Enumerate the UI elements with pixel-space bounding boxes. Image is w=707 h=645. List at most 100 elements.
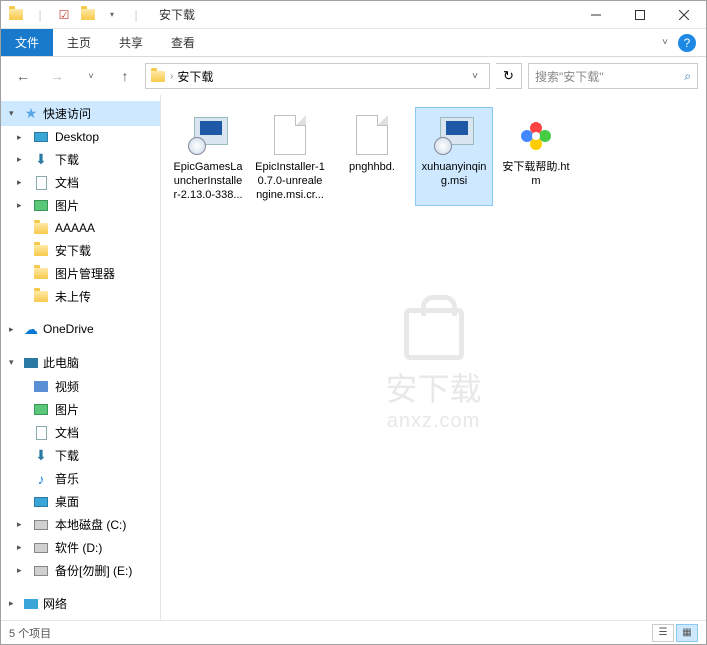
file-item[interactable]: xuhuanyinqing.msi <box>415 107 493 206</box>
qat-separator-2: | <box>127 6 145 24</box>
sidebar-item[interactable]: ▸ 本地磁盘 (C:) <box>1 513 160 536</box>
recent-dropdown-icon[interactable]: ˅ <box>77 62 105 90</box>
sidebar-quick-access[interactable]: ▾ ★ 快速访问 <box>1 101 160 126</box>
file-item[interactable]: EpicGamesLauncherInstaller-2.13.0-338... <box>169 107 247 206</box>
file-name: EpicInstaller-10.7.0-unrealengine.msi.cr… <box>255 161 325 202</box>
sidebar-label: 快速访问 <box>43 105 91 122</box>
minimize-button[interactable] <box>574 1 618 29</box>
sidebar-item[interactable]: 视频 <box>1 375 160 398</box>
breadcrumb-current[interactable]: 安下载 <box>177 68 213 85</box>
sidebar-item[interactable]: ▸ Desktop <box>1 126 160 148</box>
sidebar-item-label: AAAAA <box>55 221 95 235</box>
sidebar-item[interactable]: 文档 <box>1 421 160 444</box>
sidebar-item[interactable]: ♪ 音乐 <box>1 467 160 490</box>
sidebar-item-label: 本地磁盘 (C:) <box>55 516 126 533</box>
file-item[interactable]: pnghhbd. <box>333 107 411 206</box>
sidebar-item[interactable]: ⬇ 下载 <box>1 444 160 467</box>
folder-icon <box>33 220 49 236</box>
sidebar-item[interactable]: 图片管理器 <box>1 262 160 285</box>
ribbon-collapse-icon[interactable]: ˅ <box>662 37 668 48</box>
sidebar-item-label: 音乐 <box>55 470 79 487</box>
sidebar-item-label: 下载 <box>55 151 79 168</box>
search-icon: ⌕ <box>684 69 691 84</box>
sidebar-item[interactable]: ▸ 图片 <box>1 194 160 217</box>
video-icon <box>33 379 49 395</box>
file-name: 安下载帮助.htm <box>501 161 571 189</box>
check-qat-icon[interactable]: ☑ <box>55 6 73 24</box>
sidebar-item[interactable]: ▸ 文档 <box>1 171 160 194</box>
folder-icon <box>150 68 166 84</box>
chevron-right-icon: ▸ <box>9 598 19 609</box>
file-item[interactable]: 安下载帮助.htm <box>497 107 575 206</box>
sidebar-label: 此电脑 <box>43 354 79 371</box>
watermark: 安下载 anxz.com <box>385 308 481 433</box>
close-button[interactable] <box>662 1 706 29</box>
sidebar-item-label: 图片 <box>55 401 79 418</box>
chevron-right-icon: › <box>170 71 173 82</box>
folder-qat-icon[interactable] <box>7 6 25 24</box>
disk-icon <box>33 540 49 556</box>
htm-file-icon <box>512 111 560 159</box>
address-bar: ← → ˅ ↑ › 安下载 ˅ ↻ 搜索"安下载" ⌕ <box>1 57 706 95</box>
sidebar-this-pc[interactable]: ▾ 此电脑 <box>1 350 160 375</box>
file-name: pnghhbd. <box>349 161 395 175</box>
pic-icon <box>33 402 49 418</box>
file-list[interactable]: 安下载 anxz.com EpicGamesLauncherInstaller-… <box>161 95 706 621</box>
details-view-button[interactable]: ☰ <box>652 624 674 642</box>
sidebar-item[interactable]: 桌面 <box>1 490 160 513</box>
help-icon[interactable]: ? <box>678 34 696 52</box>
sidebar-label: OneDrive <box>43 322 94 336</box>
sidebar-network[interactable]: ▸ 网络 <box>1 591 160 616</box>
pc-icon <box>23 355 39 371</box>
up-button[interactable]: ↑ <box>111 62 139 90</box>
file-name: xuhuanyinqing.msi <box>419 161 489 189</box>
star-icon: ★ <box>23 106 39 122</box>
disk-icon <box>33 563 49 579</box>
forward-button[interactable]: → <box>43 62 71 90</box>
file-name: EpicGamesLauncherInstaller-2.13.0-338... <box>173 161 243 202</box>
maximize-button[interactable] <box>618 1 662 29</box>
sidebar-item-label: 文档 <box>55 174 79 191</box>
sidebar-item[interactable]: 未上传 <box>1 285 160 308</box>
folder-icon <box>33 289 49 305</box>
address-field[interactable]: › 安下载 ˅ <box>145 63 490 89</box>
folder-icon <box>33 243 49 259</box>
doc-icon <box>33 425 49 441</box>
item-count: 5 个项目 <box>9 625 51 641</box>
window-title: 安下载 <box>151 6 574 23</box>
tab-home[interactable]: 主页 <box>53 29 105 56</box>
desktop-icon <box>33 494 49 510</box>
tab-share[interactable]: 共享 <box>105 29 157 56</box>
chevron-down-icon: ▾ <box>9 357 19 368</box>
refresh-button[interactable]: ↻ <box>496 63 522 89</box>
music-icon: ♪ <box>33 471 49 487</box>
back-button[interactable]: ← <box>9 62 37 90</box>
sidebar-item-label: 桌面 <box>55 493 79 510</box>
blank-file-icon <box>266 111 314 159</box>
sidebar-item[interactable]: 安下载 <box>1 239 160 262</box>
disk-icon <box>33 517 49 533</box>
sidebar-item[interactable]: ▸ 备份[勿删] (E:) <box>1 559 160 582</box>
sidebar-item-label: 图片 <box>55 197 79 214</box>
ribbon-tabs: 文件 主页 共享 查看 ˅ ? <box>1 29 706 57</box>
qat-dropdown-icon[interactable]: ▾ <box>103 6 121 24</box>
icons-view-button[interactable]: ▦ <box>676 624 698 642</box>
search-input[interactable]: 搜索"安下载" ⌕ <box>528 63 698 89</box>
download-icon: ⬇ <box>33 448 49 464</box>
folder-qat-icon-2[interactable] <box>79 6 97 24</box>
file-item[interactable]: EpicInstaller-10.7.0-unrealengine.msi.cr… <box>251 107 329 206</box>
sidebar-item[interactable]: ▸ 软件 (D:) <box>1 536 160 559</box>
sidebar-item[interactable]: 图片 <box>1 398 160 421</box>
tab-view[interactable]: 查看 <box>157 29 209 56</box>
tab-file[interactable]: 文件 <box>1 29 53 56</box>
sidebar-item-label: 文档 <box>55 424 79 441</box>
sidebar-onedrive[interactable]: ▸ ☁ OneDrive <box>1 317 160 341</box>
navigation-sidebar[interactable]: ▾ ★ 快速访问 ▸ Desktop ▸ ⬇ 下载 ▸ 文档 ▸ 图片 AAAA… <box>1 95 161 621</box>
sidebar-item[interactable]: AAAAA <box>1 217 160 239</box>
sidebar-item[interactable]: ▸ ⬇ 下载 <box>1 148 160 171</box>
blank-file-icon <box>348 111 396 159</box>
status-bar: 5 个项目 ☰ ▦ <box>1 620 706 644</box>
address-dropdown-icon[interactable]: ˅ <box>465 71 485 82</box>
sidebar-label: 网络 <box>43 595 67 612</box>
qat-separator: | <box>31 6 49 24</box>
